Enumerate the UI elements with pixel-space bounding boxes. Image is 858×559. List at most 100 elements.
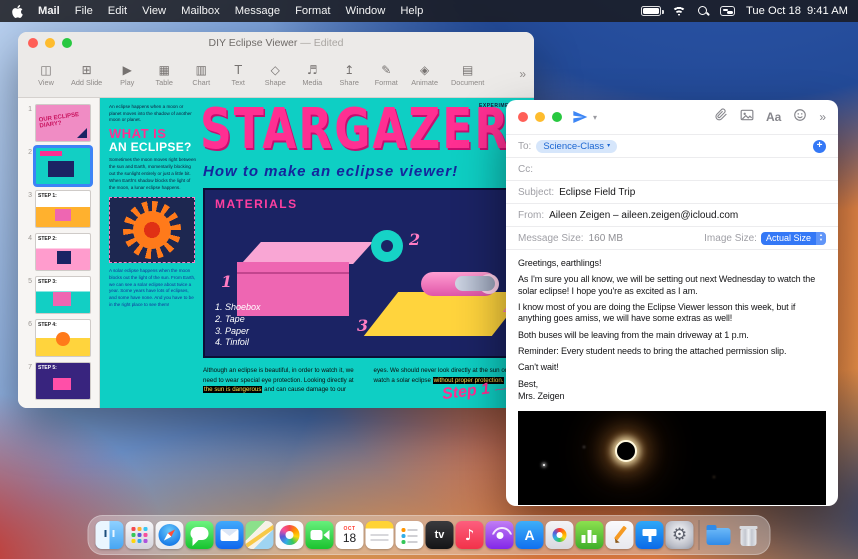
image-size-select[interactable]: Actual Size: [760, 231, 826, 245]
music-dock-icon[interactable]: [455, 521, 484, 549]
slide-thumbnail-2[interactable]: 2: [20, 147, 94, 185]
slide-thumbnail-6[interactable]: 6 STEP 4:: [20, 319, 94, 357]
close-button[interactable]: [518, 112, 528, 122]
menu-item-mailbox[interactable]: Mailbox: [181, 5, 220, 17]
keynote-tool-share[interactable]: ↥ Share: [337, 64, 361, 87]
menu-item-edit[interactable]: Edit: [108, 5, 127, 17]
trash-dock-icon[interactable]: [735, 521, 763, 549]
format-icon[interactable]: Aa: [766, 110, 781, 124]
reminders-dock-icon[interactable]: [395, 521, 424, 549]
photo-booth-dock-icon[interactable]: [545, 521, 574, 549]
facetime-dock-icon[interactable]: [305, 521, 334, 549]
keynote-tool-format[interactable]: ✎ Format: [374, 64, 398, 87]
zoom-button[interactable]: [552, 112, 562, 122]
keynote-tool-play[interactable]: ▶ Play: [115, 64, 139, 87]
size-row: Message Size: 160 MB Image Size: Actual …: [506, 226, 838, 249]
tv-dock-icon[interactable]: [425, 521, 454, 549]
document-icon: ▤: [461, 63, 474, 77]
podcasts-dock-icon[interactable]: [485, 521, 514, 549]
thumbnail-label: STEP 5:: [38, 365, 57, 371]
shoebox-illustration: [241, 242, 373, 264]
pages-dock-icon[interactable]: [605, 521, 634, 549]
battery-icon[interactable]: [641, 6, 664, 16]
keynote-tool-animate[interactable]: ◈ Animate: [411, 64, 438, 87]
maps-dock-icon[interactable]: [245, 521, 274, 549]
subject-field[interactable]: Subject: Eclipse Field Trip: [506, 180, 838, 203]
slide-thumbnail-4[interactable]: 4 STEP 2:: [20, 233, 94, 271]
message-body[interactable]: Greetings, earthlings! As I'm sure you al…: [506, 249, 838, 411]
add-slide-icon: ⊞: [81, 63, 92, 77]
recipient-token[interactable]: Science-Class: [536, 139, 618, 153]
from-value: Aileen Zeigen – aileen.zeigen@icloud.com: [549, 209, 739, 221]
keynote-dock-icon[interactable]: [635, 521, 664, 549]
menu-bar: Mail File Edit View Mailbox Message Format Win…: [0, 0, 858, 22]
control-center-icon[interactable]: [720, 6, 736, 16]
emoji-icon[interactable]: [793, 108, 807, 127]
send-options-chevron-icon[interactable]: [593, 113, 597, 122]
send-icon[interactable]: [572, 109, 588, 125]
app-store-dock-icon[interactable]: [515, 521, 544, 549]
add-recipient-button[interactable]: [813, 139, 826, 153]
apple-menu-icon[interactable]: [12, 4, 23, 18]
keynote-tool-view[interactable]: ◫ View: [34, 64, 58, 87]
keynote-tool-add-slide[interactable]: ⊞ Add Slide: [71, 64, 102, 87]
menu-app-name[interactable]: Mail: [38, 5, 60, 17]
sun-illustration: [109, 196, 195, 263]
calendar-day: 18: [342, 531, 357, 546]
text-icon: T: [234, 63, 242, 77]
mail-body-paragraph: Both buses will be leaving from the main…: [518, 329, 749, 340]
menu-item-window[interactable]: Window: [346, 5, 386, 17]
attach-icon[interactable]: [715, 108, 728, 126]
eclipse-photo-attachment[interactable]: [518, 411, 826, 506]
finder-dock-icon[interactable]: [95, 521, 124, 549]
slide-thumbnail-5[interactable]: 5 STEP 3:: [20, 276, 94, 314]
menu-item-message[interactable]: Message: [235, 5, 280, 17]
keynote-tool-document[interactable]: ▤ Document: [451, 64, 484, 87]
search-icon[interactable]: [697, 5, 709, 17]
system-settings-dock-icon[interactable]: [665, 521, 694, 549]
eclipse-ring: [614, 439, 637, 462]
numbers-dock-icon[interactable]: [575, 521, 604, 549]
safari-dock-icon[interactable]: [155, 521, 184, 549]
mail-dock-icon[interactable]: [215, 521, 244, 549]
photos-dock-icon[interactable]: [275, 521, 304, 549]
more-icon[interactable]: [819, 110, 826, 124]
keynote-window: DIY Eclipse Viewer — Edited ◫ View ⊞ Add Sl…: [18, 32, 534, 408]
slide-number: 6: [28, 321, 32, 328]
keynote-tool-media[interactable]: ♬ Media: [300, 64, 324, 87]
menu-item-view[interactable]: View: [142, 5, 166, 17]
messages-dock-icon[interactable]: [185, 521, 214, 549]
materials-panel: MATERIALS 1 2 3 4 1. Shoebox2. Tape3. Pa…: [203, 188, 530, 358]
desktop: Mail File Edit View Mailbox Message Format Win…: [0, 0, 858, 559]
slide-canvas[interactable]: An eclipse happens when a moon or planet…: [100, 98, 534, 408]
launchpad-dock-icon[interactable]: [125, 521, 154, 549]
subject-value: Eclipse Field Trip: [559, 186, 636, 198]
material-item: 1. Shoebox: [215, 302, 261, 313]
calendar-dock-icon[interactable]: OCT 18: [335, 521, 364, 549]
from-field[interactable]: From: Aileen Zeigen – aileen.zeigen@iclo…: [506, 203, 838, 226]
wifi-icon[interactable]: [672, 6, 687, 16]
slide-thumbnail-3[interactable]: 3 STEP 1:: [20, 190, 94, 228]
material-item: 2. Tape: [215, 313, 245, 324]
menu-item-format[interactable]: Format: [295, 5, 330, 17]
keynote-titlebar: DIY Eclipse Viewer — Edited: [18, 32, 534, 54]
keynote-tool-text[interactable]: T Text: [226, 64, 250, 87]
keynote-tool-table[interactable]: ▦ Table: [152, 64, 176, 87]
photo-browser-icon[interactable]: [740, 108, 754, 127]
mail-body-paragraph: I know most of you are doing the Eclipse…: [518, 301, 796, 324]
downloads-folder-dock-icon[interactable]: [705, 521, 733, 549]
minimize-button[interactable]: [535, 112, 545, 122]
material-number: 3: [357, 316, 369, 335]
menu-item-help[interactable]: Help: [400, 5, 423, 17]
cc-field[interactable]: Cc:: [506, 157, 838, 180]
slide-thumbnail-7[interactable]: 7 STEP 5:: [20, 362, 94, 400]
menu-clock[interactable]: Tue Oct 18 9:41 AM: [746, 5, 848, 17]
keynote-tool-shape[interactable]: ◇ Shape: [263, 64, 287, 87]
keynote-tool-chart[interactable]: ▥ Chart: [189, 64, 213, 87]
to-field[interactable]: To: Science-Class: [506, 134, 838, 157]
slide-headline: STARGAZERS: [200, 98, 534, 163]
slide-thumbnail-1[interactable]: 1 OUR ECLIPSE DIARY?: [20, 104, 94, 142]
toolbar-overflow-icon[interactable]: [519, 67, 526, 81]
menu-item-file[interactable]: File: [75, 5, 93, 17]
notes-dock-icon[interactable]: [365, 521, 394, 549]
